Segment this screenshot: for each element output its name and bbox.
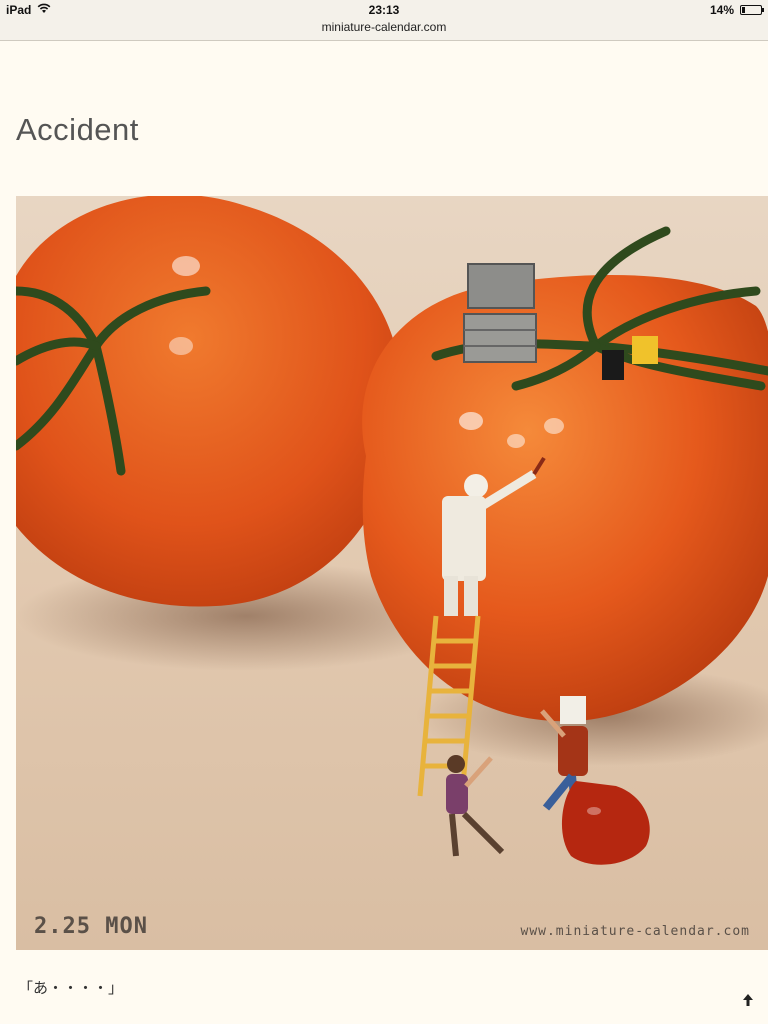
- post-photo: 2.25 MON www.miniature-calendar.com: [16, 196, 768, 950]
- arrow-up-icon[interactable]: [742, 993, 754, 1010]
- photo-date-stamp: 2.25 MON: [34, 914, 148, 939]
- address-bar[interactable]: miniature-calendar.com: [0, 20, 768, 41]
- status-bar: iPad 23:13 14%: [0, 0, 768, 20]
- page-title: Accident: [16, 112, 139, 147]
- battery-fill: [742, 7, 745, 13]
- battery-percent: 14%: [709, 3, 734, 17]
- black-bucket: [602, 350, 624, 380]
- toolbox: [463, 263, 537, 363]
- tomato-scene-illustration: 2.25 MON www.miniature-calendar.com: [16, 196, 768, 950]
- status-right: 14%: [709, 3, 764, 17]
- url-text: miniature-calendar.com: [321, 20, 447, 34]
- photo-watermark: www.miniature-calendar.com: [521, 924, 751, 939]
- battery-icon: [740, 5, 764, 15]
- status-time: 23:13: [368, 3, 400, 17]
- yellow-bucket: [632, 336, 658, 364]
- photo-caption: 「あ・・・・」: [18, 979, 124, 997]
